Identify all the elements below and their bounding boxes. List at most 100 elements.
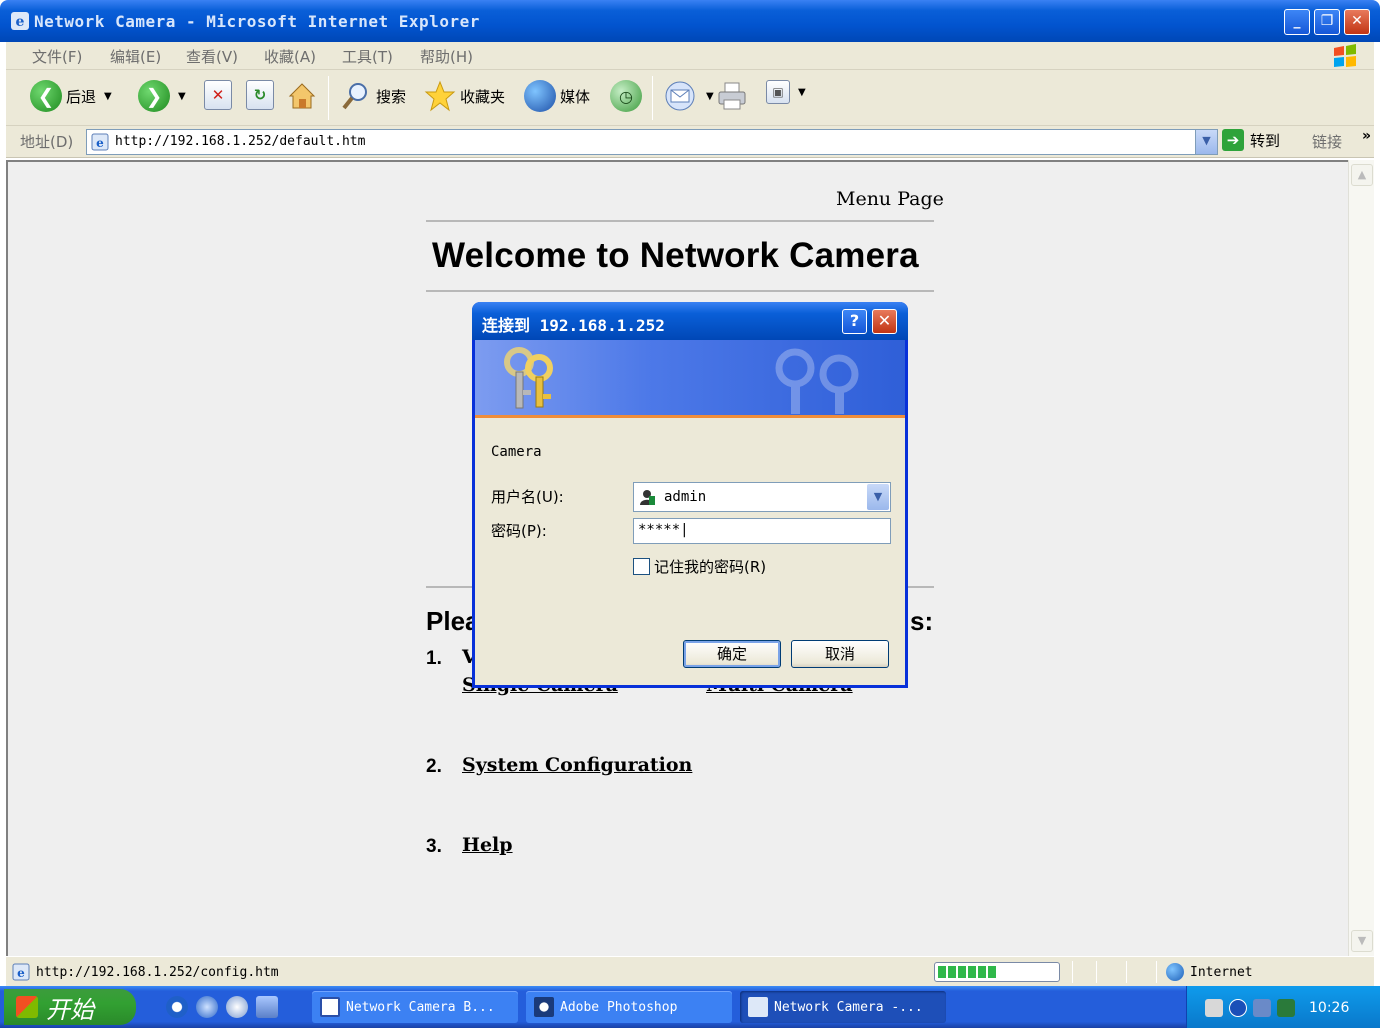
system-tray: 10:26 — [1186, 986, 1380, 1028]
menu-tools[interactable]: 工具(T) — [342, 46, 393, 67]
keyboard-icon[interactable] — [1205, 999, 1223, 1017]
refresh-icon: ↻ — [246, 80, 274, 110]
back-arrow-icon: ❮ — [30, 80, 62, 112]
refresh-button[interactable]: ↻ — [246, 80, 274, 110]
quicklaunch-desktop-icon[interactable] — [256, 996, 278, 1018]
dialog-close-button[interactable]: ✕ — [872, 309, 897, 334]
svg-text:e: e — [17, 966, 25, 980]
menu-file[interactable]: 文件(F) — [32, 46, 82, 67]
edit-dropdown-icon[interactable]: ▼ — [798, 87, 806, 98]
task-label: Adobe Photoshop — [560, 999, 678, 1015]
search-button[interactable]: 搜索 — [340, 80, 406, 112]
favorites-label: 收藏夹 — [460, 87, 506, 106]
forward-arrow-icon: ❯ — [138, 80, 170, 112]
task-network-camera-ie[interactable]: Network Camera -... — [740, 991, 946, 1023]
task-photoshop[interactable]: Adobe Photoshop — [526, 991, 732, 1023]
mail-dropdown-icon[interactable]: ▼ — [706, 91, 714, 102]
item-number-3: 3. — [426, 836, 442, 857]
print-button[interactable] — [716, 80, 750, 112]
help-link[interactable]: Help — [462, 834, 513, 856]
mail-icon — [665, 81, 695, 111]
history-button[interactable]: ◷ — [610, 80, 642, 112]
links-label[interactable]: 链接 — [1312, 131, 1342, 152]
address-label: 地址(D) — [20, 133, 74, 151]
svg-text:e: e — [16, 14, 25, 30]
chevron-icon[interactable]: » — [1362, 128, 1371, 144]
forward-dropdown-icon[interactable]: ▼ — [178, 91, 186, 102]
scroll-down-icon[interactable]: ▼ — [1351, 930, 1373, 952]
username-value: admin — [664, 489, 707, 505]
vertical-scrollbar[interactable]: ▲ ▼ — [1348, 160, 1374, 956]
password-field[interactable]: *****| — [633, 518, 891, 544]
username-label: 用户名(U): — [491, 488, 564, 506]
start-label: 开始 — [46, 995, 94, 1024]
dialog-banner — [475, 340, 905, 418]
dialog-help-button[interactable]: ? — [842, 309, 867, 334]
dialog-title: 连接到 192.168.1.252 — [482, 316, 665, 335]
menu-favorites[interactable]: 收藏(A) — [264, 46, 316, 67]
maximize-button[interactable]: ❐ — [1314, 9, 1340, 35]
edit-button[interactable]: ▣ ▼ — [766, 80, 806, 104]
menu-help[interactable]: 帮助(H) — [420, 46, 473, 67]
ok-button[interactable]: 确定 — [683, 640, 781, 668]
dialog-title-bar[interactable]: 连接到 192.168.1.252 ? ✕ — [472, 302, 908, 340]
go-arrow-icon: ➔ — [1222, 129, 1244, 151]
username-dropdown-icon[interactable]: ▼ — [867, 484, 889, 510]
cancel-button[interactable]: 取消 — [791, 640, 889, 668]
quicklaunch-media-icon[interactable] — [166, 996, 188, 1018]
quicklaunch-ie-icon[interactable] — [196, 996, 218, 1018]
login-dialog: 连接到 192.168.1.252 ? ✕ Camera 用户名(U): adm… — [472, 302, 908, 688]
scroll-up-icon[interactable]: ▲ — [1351, 164, 1373, 186]
tray-app-icon[interactable] — [1277, 999, 1295, 1017]
remember-password-checkbox[interactable]: 记住我的密码(R) — [633, 556, 766, 577]
go-button[interactable]: ➔ 转到 — [1222, 129, 1280, 151]
address-dropdown-icon[interactable]: ▼ — [1195, 130, 1217, 154]
menu-edit[interactable]: 编辑(E) — [110, 46, 161, 67]
window-title-bar[interactable]: e Network Camera - Microsoft Internet Ex… — [0, 0, 1380, 42]
home-button[interactable] — [286, 80, 318, 112]
ie-icon: e — [11, 12, 29, 30]
quicklaunch-outlook-icon[interactable] — [226, 996, 248, 1018]
back-label: 后退 — [66, 87, 97, 106]
standard-toolbar: ❮ 后退 ▼ ❯ ▼ ✕ ↻ 搜索 收藏夹 媒体 ◷ ▼ ▣ ▼ — [6, 70, 1374, 126]
back-dropdown-icon[interactable]: ▼ — [104, 91, 112, 102]
ie-icon — [748, 997, 768, 1017]
forward-button[interactable]: ❯ ▼ — [138, 80, 186, 112]
progress-bar — [934, 962, 1060, 982]
menu-page-heading: Menu Page — [836, 188, 944, 210]
favorites-button[interactable]: 收藏夹 — [424, 80, 505, 112]
mail-button[interactable]: ▼ — [664, 80, 714, 112]
windows-logo-icon — [16, 996, 38, 1018]
task-label: Network Camera -... — [774, 999, 923, 1015]
task-network-camera-b[interactable]: Network Camera B... — [312, 991, 518, 1023]
divider — [426, 290, 934, 292]
back-button[interactable]: ❮ 后退 ▼ — [30, 80, 112, 112]
menu-view[interactable]: 查看(V) — [186, 46, 238, 67]
tray-expand-icon[interactable] — [1229, 999, 1247, 1017]
internet-globe-icon — [1166, 963, 1184, 981]
network-icon[interactable] — [1253, 999, 1271, 1017]
home-icon — [288, 83, 316, 109]
system-configuration-link[interactable]: System Configuration — [462, 754, 692, 776]
username-combobox[interactable]: admin ▼ — [633, 482, 891, 512]
zone-label: Internet — [1190, 964, 1253, 980]
checkbox-box[interactable] — [633, 558, 650, 575]
media-button[interactable]: 媒体 — [524, 80, 590, 112]
keys-icon — [504, 347, 553, 409]
media-label: 媒体 — [560, 87, 591, 106]
start-button[interactable]: 开始 — [4, 989, 136, 1025]
search-label: 搜索 — [376, 87, 407, 106]
taskbar: 开始 Network Camera B... Adobe Photoshop N… — [0, 986, 1380, 1028]
windows-flag-icon — [1334, 44, 1356, 67]
address-input[interactable]: e http://192.168.1.252/default.htm ▼ — [86, 129, 1218, 155]
instruction-heading-end: s: — [910, 606, 934, 636]
edit-icon: ▣ — [766, 80, 790, 104]
progress-fill — [938, 966, 997, 978]
minimize-button[interactable]: _ — [1284, 9, 1310, 35]
close-window-button[interactable]: ✕ — [1344, 9, 1370, 35]
stop-button[interactable]: ✕ — [204, 80, 232, 110]
password-label: 密码(P): — [491, 522, 547, 540]
status-url: http://192.168.1.252/config.htm — [36, 965, 279, 980]
user-icon — [640, 490, 655, 505]
address-bar: 地址(D) e http://192.168.1.252/default.htm… — [6, 126, 1374, 158]
